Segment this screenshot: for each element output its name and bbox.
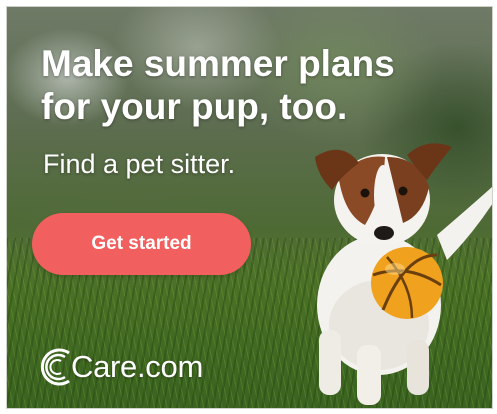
get-started-label: Get started <box>91 233 192 254</box>
care-com-logo[interactable]: Care.com <box>39 347 203 387</box>
display-ad[interactable]: Make summer plans for your pup, too. Fin… <box>6 6 493 409</box>
headline: Make summer plans for your pup, too. <box>41 42 461 128</box>
headline-line-1: Make summer plans <box>41 43 395 84</box>
subheadline: Find a pet sitter. <box>43 149 236 179</box>
headline-line-2: for your pup, too. <box>41 86 348 127</box>
care-com-logo-icon <box>40 348 70 386</box>
dog-image <box>315 143 492 405</box>
get-started-button[interactable]: Get started <box>32 213 251 275</box>
care-com-logo-text: Care.com <box>71 349 203 384</box>
